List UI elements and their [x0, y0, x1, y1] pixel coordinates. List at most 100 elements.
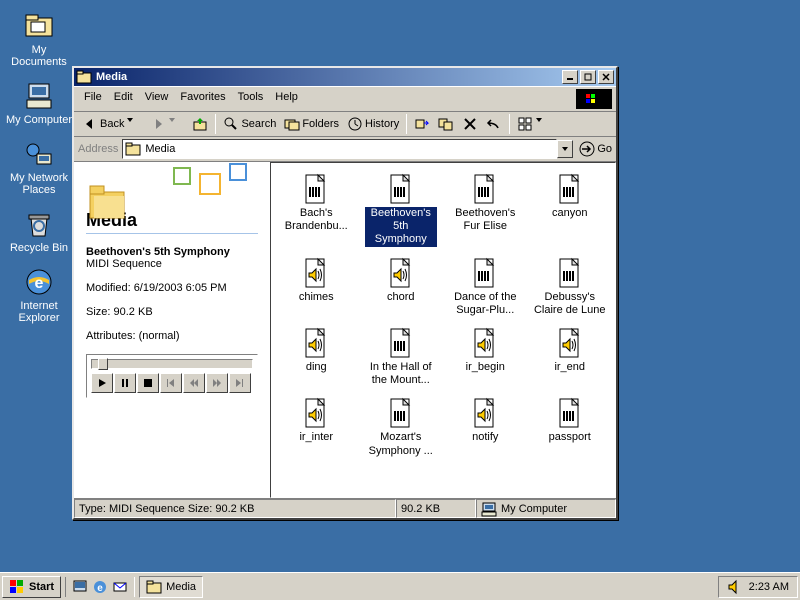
ql-show-desktop[interactable] — [70, 577, 90, 597]
file-item[interactable]: Debussy's Claire de Lune — [529, 255, 612, 319]
file-label: Dance of the Sugar-Plu... — [449, 291, 521, 317]
desktop-icon-ie[interactable]: e Internet Explorer — [4, 260, 74, 330]
player-next-button[interactable] — [229, 373, 251, 393]
taskbar: Start e Media 2:23 AM — [0, 572, 800, 600]
menu-favorites[interactable]: Favorites — [174, 89, 231, 109]
folders-icon — [284, 116, 300, 132]
file-item[interactable]: Bach's Brandenbu... — [275, 171, 358, 249]
windows-logo-icon — [9, 579, 25, 595]
address-bar: Address Media Go — [74, 136, 616, 161]
file-item[interactable]: In the Hall of the Mount... — [360, 325, 443, 389]
status-zone: My Computer — [476, 499, 616, 518]
history-button[interactable]: History — [343, 114, 403, 134]
file-label: Debussy's Claire de Lune — [534, 291, 606, 317]
window-title: Media — [96, 71, 560, 83]
views-button[interactable] — [513, 114, 555, 134]
arrow-right-icon — [150, 116, 166, 132]
player-rewind-button[interactable] — [183, 373, 205, 393]
folder-up-icon — [192, 116, 208, 132]
file-label: Mozart's Symphony ... — [365, 431, 437, 457]
address-field[interactable]: Media — [122, 139, 557, 159]
file-item[interactable]: canyon — [529, 171, 612, 249]
toolbar: Back Search Folders History — [74, 111, 616, 136]
file-item[interactable]: Dance of the Sugar-Plu... — [444, 255, 527, 319]
menu-view[interactable]: View — [139, 89, 175, 109]
file-label: Bach's Brandenbu... — [280, 207, 352, 233]
copy-to-button[interactable] — [434, 114, 458, 134]
move-icon — [414, 116, 430, 132]
client-area: Media Beethoven's 5th Symphony MIDI Sequ… — [74, 161, 616, 498]
file-attributes: Attributes: (normal) — [86, 330, 258, 342]
file-label: In the Hall of the Mount... — [365, 361, 437, 387]
player-seek-track[interactable] — [91, 359, 253, 369]
menu-edit[interactable]: Edit — [108, 89, 139, 109]
player-seek-thumb[interactable] — [98, 358, 108, 370]
player-pause-button[interactable] — [114, 373, 136, 393]
file-item[interactable]: notify — [444, 395, 527, 459]
file-item[interactable]: Beethoven's 5th Symphony — [360, 171, 443, 249]
forward-icon — [212, 378, 222, 388]
selected-file-name: Beethoven's 5th Symphony — [86, 246, 258, 258]
file-label: chord — [387, 291, 415, 304]
address-dropdown[interactable] — [557, 140, 573, 158]
file-item[interactable]: ding — [275, 325, 358, 389]
file-item[interactable]: passport — [529, 395, 612, 459]
chevron-down-icon — [561, 145, 569, 153]
folder-large-icon — [86, 180, 128, 222]
file-label: ir_end — [554, 361, 585, 374]
ql-outlook[interactable] — [110, 577, 130, 597]
delete-icon — [462, 116, 478, 132]
player-stop-button[interactable] — [137, 373, 159, 393]
ie-icon: e — [23, 266, 55, 298]
ie-icon: e — [92, 579, 108, 595]
file-item[interactable]: ir_end — [529, 325, 612, 389]
desktop-icon-label: My Documents — [4, 44, 74, 68]
up-button[interactable] — [188, 114, 212, 134]
ql-ie[interactable]: e — [90, 577, 110, 597]
minimize-button[interactable] — [562, 70, 578, 84]
forward-button[interactable] — [146, 114, 188, 134]
player-prev-button[interactable] — [160, 373, 182, 393]
desktop-icon-my-documents[interactable]: My Documents — [4, 4, 74, 74]
volume-icon[interactable] — [727, 579, 743, 595]
titlebar[interactable]: Media — [74, 68, 616, 86]
undo-button[interactable] — [482, 114, 506, 134]
folders-button[interactable]: Folders — [280, 114, 343, 134]
file-item[interactable]: Mozart's Symphony ... — [360, 395, 443, 459]
taskbar-item-media[interactable]: Media — [139, 576, 203, 598]
clock[interactable]: 2:23 AM — [749, 581, 789, 593]
folder-documents-icon — [23, 10, 55, 42]
file-item[interactable]: chord — [360, 255, 443, 319]
explorer-window: Media File Edit View Favorites Tools Hel… — [72, 66, 618, 520]
menu-help[interactable]: Help — [269, 89, 304, 109]
go-button[interactable]: Go — [579, 141, 612, 157]
player-play-button[interactable] — [91, 373, 113, 393]
menu-tools[interactable]: Tools — [232, 89, 270, 109]
dropdown-icon — [168, 116, 184, 132]
recycle-bin-icon — [23, 208, 55, 240]
start-button[interactable]: Start — [2, 576, 61, 598]
file-item[interactable]: Beethoven's Fur Elise — [444, 171, 527, 249]
player-forward-button[interactable] — [206, 373, 228, 393]
copy-icon — [438, 116, 454, 132]
move-to-button[interactable] — [410, 114, 434, 134]
delete-button[interactable] — [458, 114, 482, 134]
system-tray: 2:23 AM — [718, 576, 798, 598]
history-icon — [347, 116, 363, 132]
file-item[interactable]: ir_begin — [444, 325, 527, 389]
back-button[interactable]: Back — [78, 114, 146, 134]
close-button[interactable] — [598, 70, 614, 84]
maximize-button[interactable] — [580, 70, 596, 84]
address-label: Address — [78, 143, 118, 155]
file-size: Size: 90.2 KB — [86, 306, 258, 318]
file-list[interactable]: Bach's Brandenbu... Beethoven's 5th Symph… — [270, 162, 616, 498]
desktop-icon-network-places[interactable]: My Network Places — [4, 132, 74, 202]
folder-icon — [125, 141, 141, 157]
desktop-icon-my-computer[interactable]: My Computer — [4, 74, 74, 132]
desktop-icon-recycle-bin[interactable]: Recycle Bin — [4, 202, 74, 260]
file-item[interactable]: chimes — [275, 255, 358, 319]
search-button[interactable]: Search — [219, 114, 280, 134]
file-item[interactable]: ir_inter — [275, 395, 358, 459]
desktop-icon-label: Internet Explorer — [4, 300, 74, 324]
menu-file[interactable]: File — [78, 89, 108, 109]
